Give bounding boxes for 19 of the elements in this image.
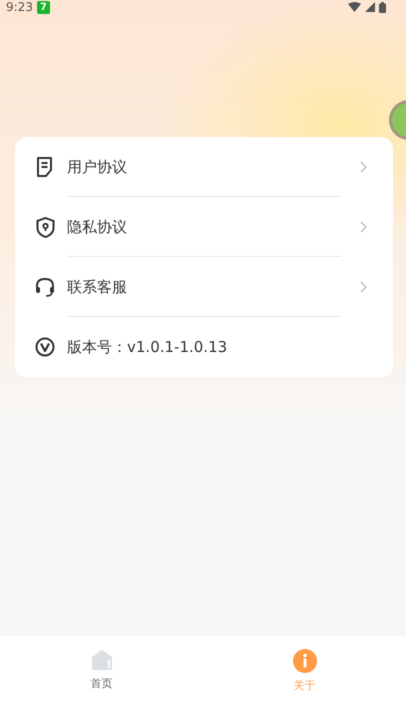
home-icon [90,649,112,671]
version-icon [35,337,55,357]
menu-item[interactable]: 用户协议 [67,158,348,176]
notification-badge: 7 [36,0,50,14]
chevron-icon [360,161,367,173]
battery-icon [379,2,386,12]
wifi-icon [348,2,361,12]
menu-item[interactable]: 隐私协议 [67,218,348,236]
version-text: 版本号：v1.0.1-1.0.13 [67,338,228,356]
menu-item[interactable]: 联系客服 [67,278,348,296]
status-time: 9:23 [6,0,33,14]
info-icon [292,649,316,673]
headset-icon [35,277,55,297]
document-icon [36,157,54,177]
chevron-icon [360,281,367,293]
shield-icon [36,216,54,238]
nav-tab[interactable]: 首页 [0,636,203,727]
chevron-icon [360,221,367,233]
signal-icon [365,2,375,12]
